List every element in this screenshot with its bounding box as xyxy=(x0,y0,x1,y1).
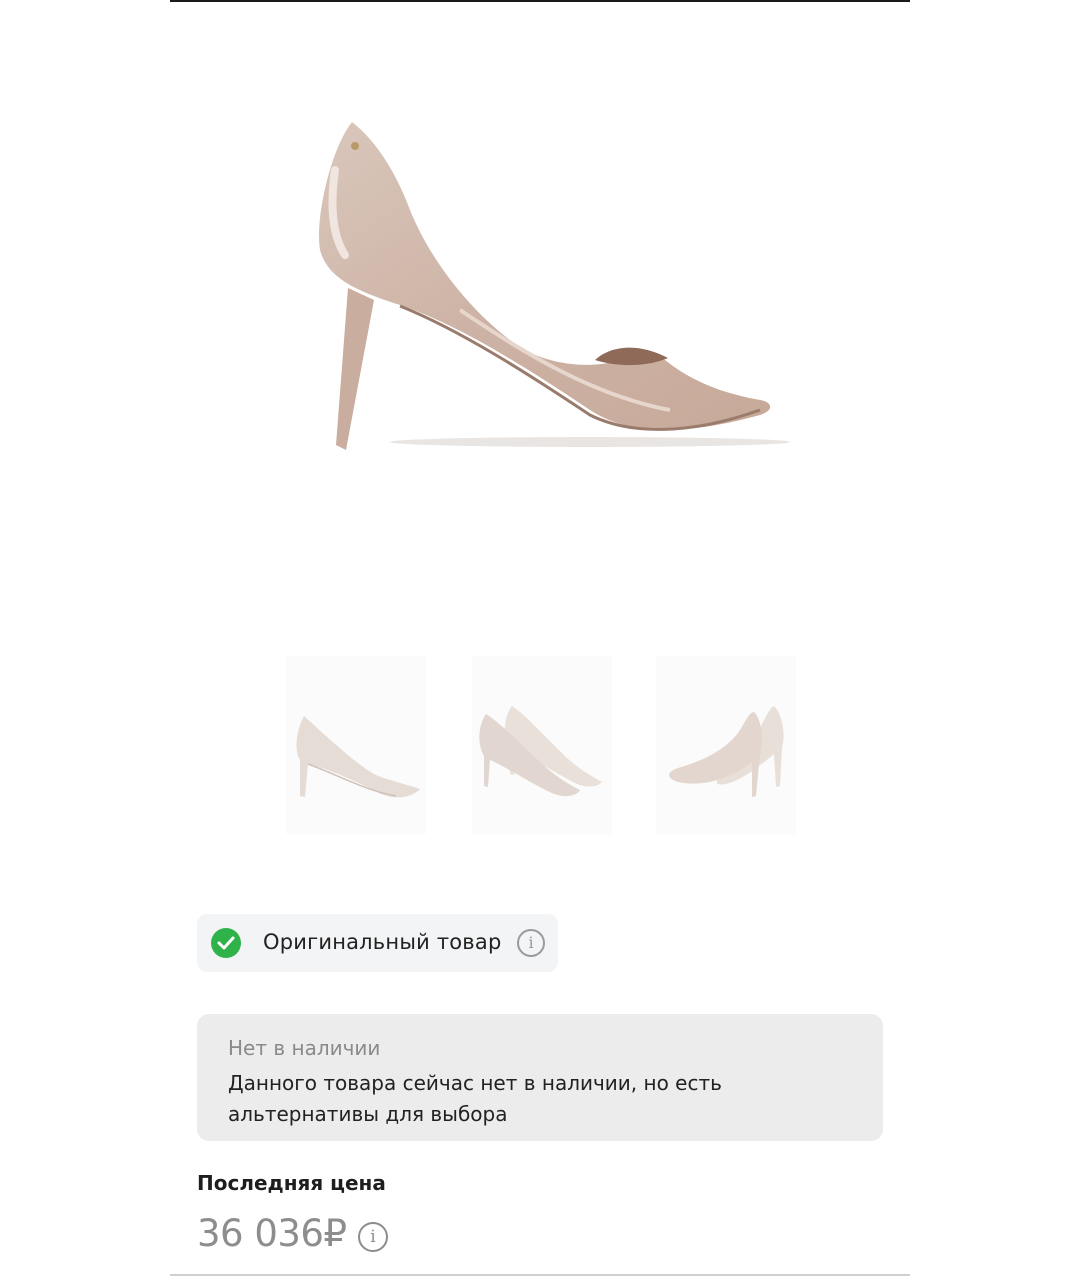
out-of-stock-title: Нет в наличии xyxy=(228,1036,381,1060)
thumbnail-2[interactable] xyxy=(472,656,612,834)
bottom-divider xyxy=(170,1274,910,1276)
pump-shoe-pair-front-icon xyxy=(479,706,602,797)
pump-shoe-pair-back-icon xyxy=(669,706,784,797)
check-circle-icon xyxy=(211,928,241,958)
thumbnail-strip xyxy=(286,656,796,834)
original-product-label: Оригинальный товар xyxy=(263,930,502,954)
out-of-stock-text: Данного товара сейчас нет в наличии, но … xyxy=(228,1071,722,1126)
thumbnail-1[interactable] xyxy=(286,656,426,834)
last-price-label: Последняя цена xyxy=(197,1171,386,1195)
top-divider xyxy=(170,0,910,2)
info-icon[interactable]: i xyxy=(517,929,545,957)
original-product-badge[interactable]: Оригинальный товар i xyxy=(197,914,558,972)
pump-shoe-side-icon xyxy=(296,716,420,798)
last-price-value: 36 036₽ xyxy=(197,1212,347,1255)
out-of-stock-notice: Нет в наличии Данного товара сейчас нет … xyxy=(197,1014,883,1141)
thumbnail-3[interactable] xyxy=(656,656,796,834)
pump-shoe-icon xyxy=(319,122,790,450)
product-main-image[interactable] xyxy=(170,40,910,600)
price-info-icon[interactable]: i xyxy=(358,1222,388,1252)
